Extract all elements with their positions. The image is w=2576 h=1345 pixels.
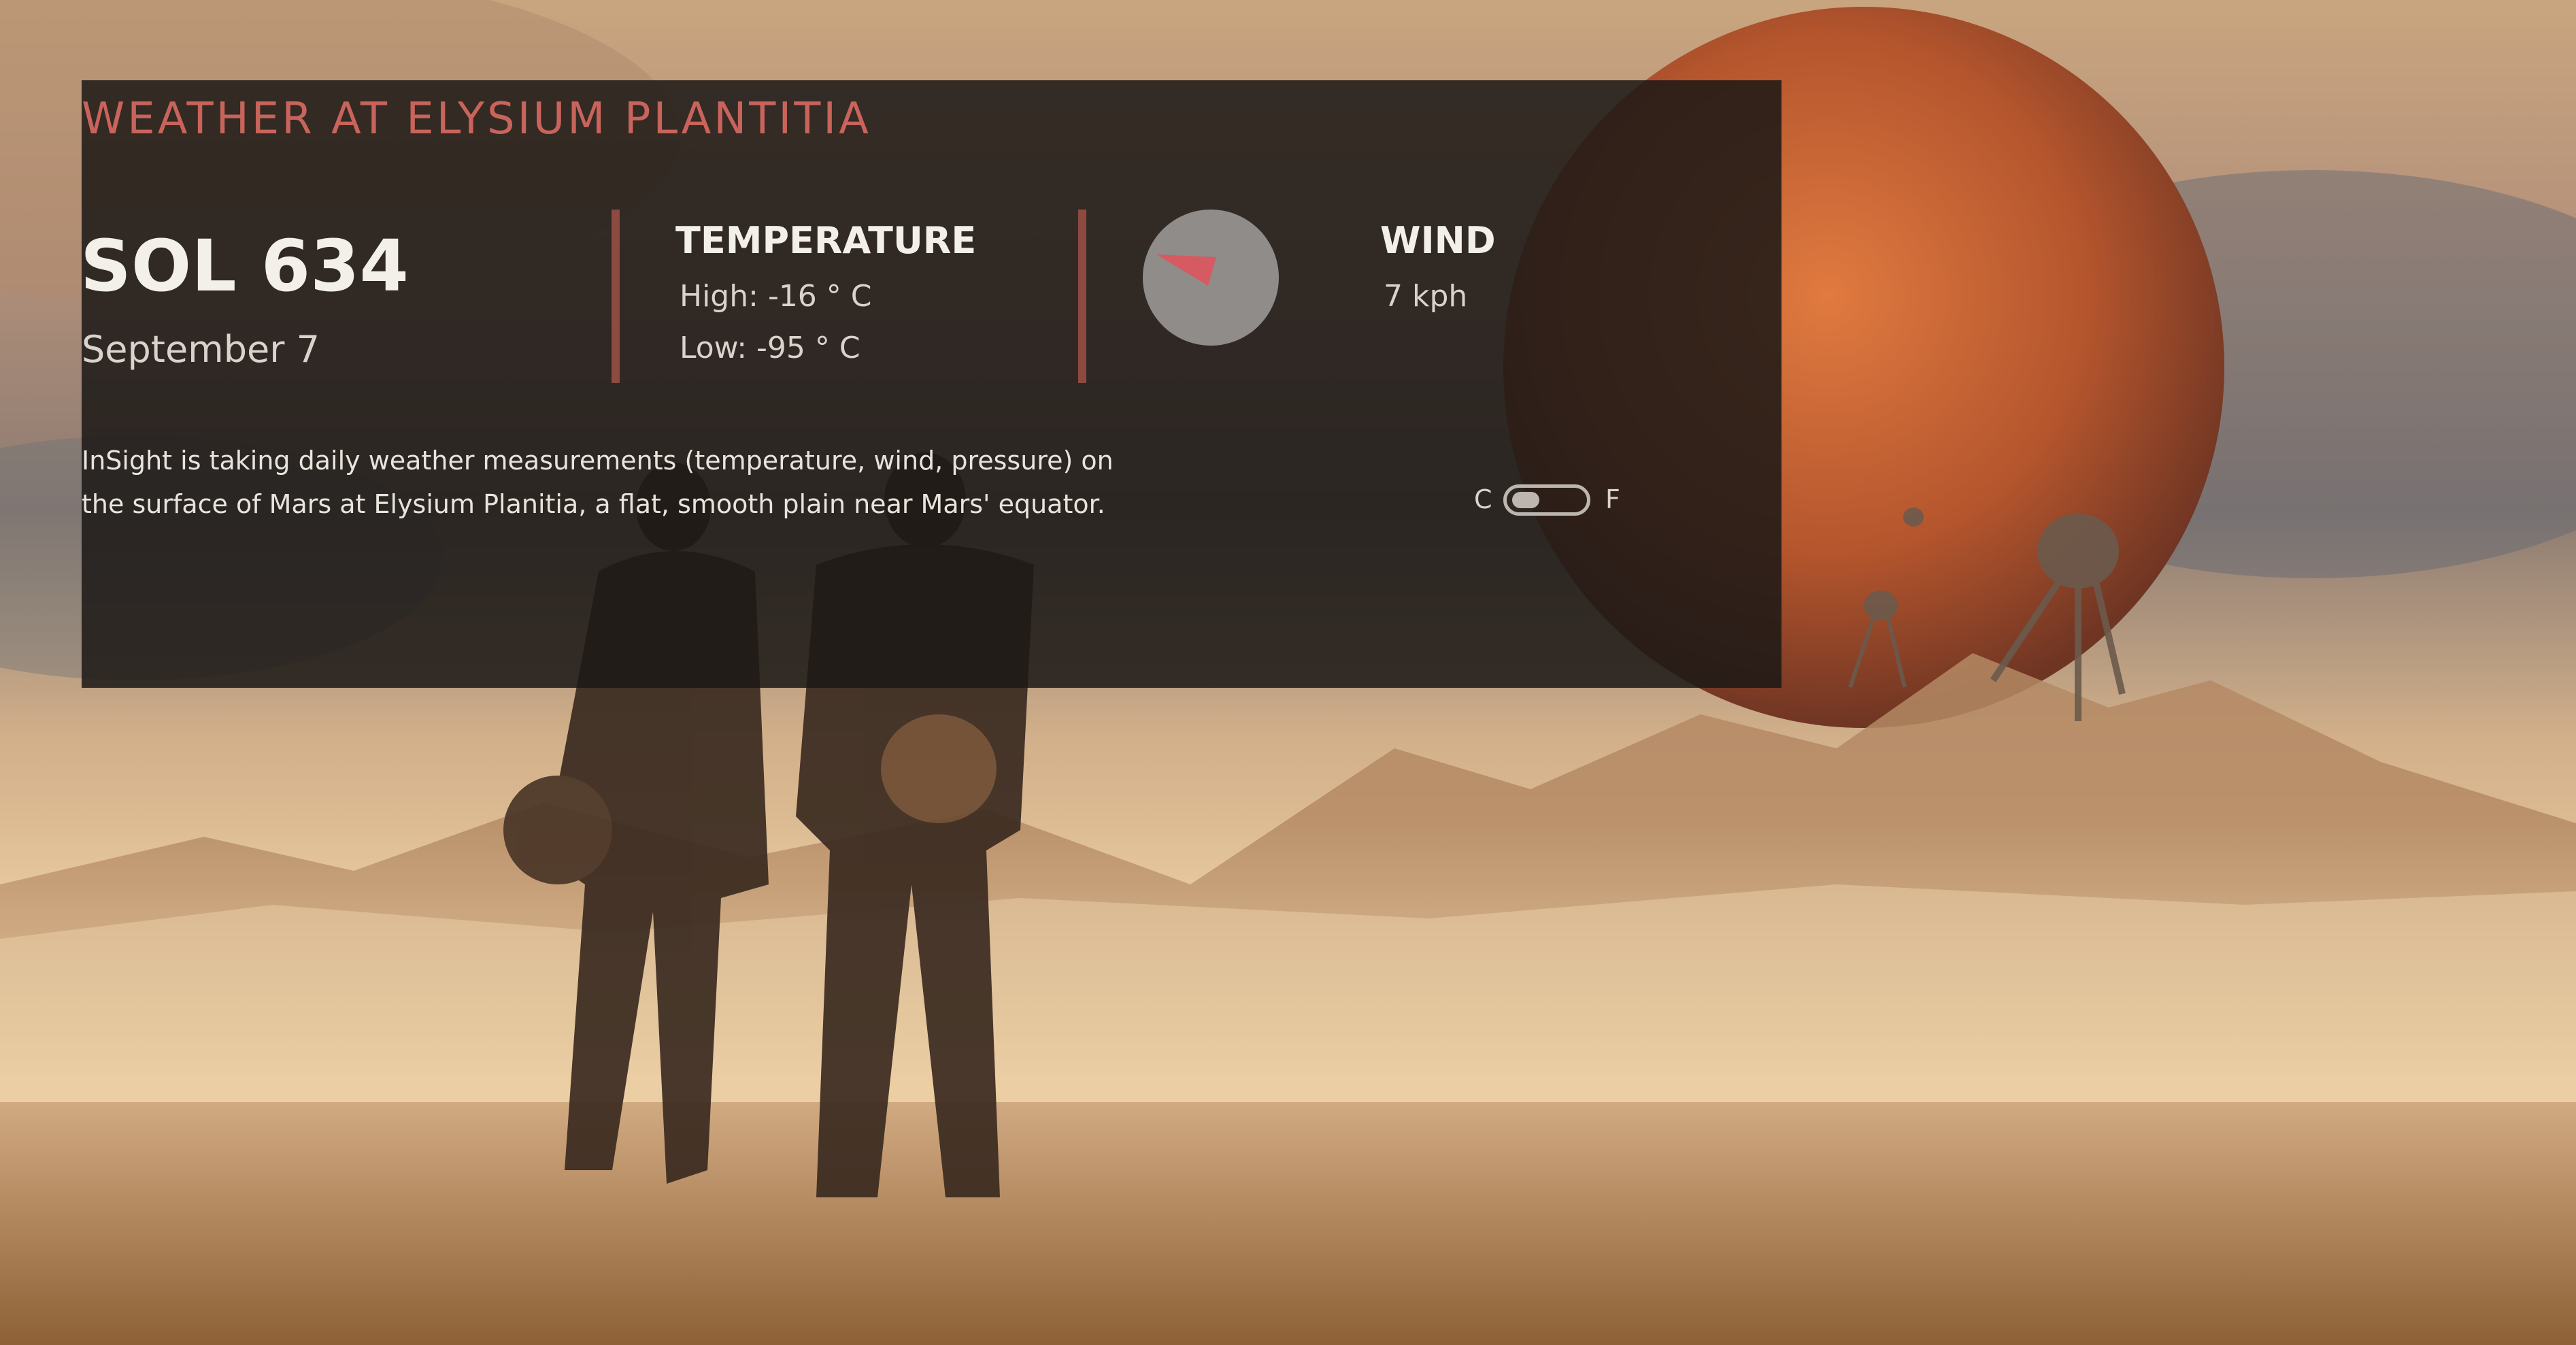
sol-date: September 7 xyxy=(82,328,320,371)
section-divider xyxy=(612,210,620,383)
weather-panel xyxy=(82,80,1782,688)
wind-direction-pointer xyxy=(1156,254,1216,286)
sol-title: SOL 634 xyxy=(80,225,409,308)
wind-speed: 7 kph xyxy=(1384,279,1468,314)
wind-direction-compass-icon xyxy=(1143,210,1279,346)
temperature-high: High: -16 ° C xyxy=(680,279,872,314)
celsius-label: C xyxy=(1474,484,1492,514)
temperature-low: Low: -95 ° C xyxy=(680,331,860,365)
fahrenheit-label: F xyxy=(1605,484,1620,514)
section-divider xyxy=(1078,210,1086,383)
location-title: WEATHER AT ELYSIUM PLANTITIA xyxy=(82,94,871,144)
mission-description: InSight is taking daily weather measurem… xyxy=(82,446,1114,519)
toggle-knob xyxy=(1512,492,1539,508)
temperature-unit-toggle[interactable] xyxy=(1503,484,1590,516)
temperature-heading: TEMPERATURE xyxy=(675,219,977,262)
wind-heading: WIND xyxy=(1380,219,1496,262)
